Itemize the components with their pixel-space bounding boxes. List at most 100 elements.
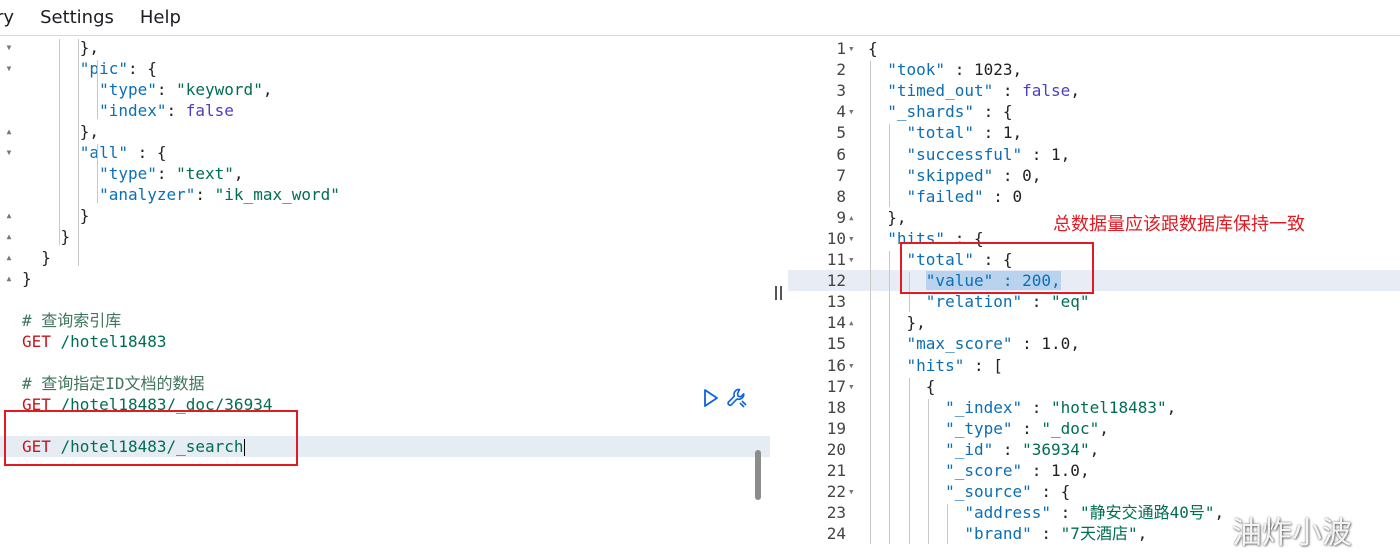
code-token: }, xyxy=(22,122,100,141)
request-code-line[interactable]: GET /hotel18483 xyxy=(0,331,770,352)
code-token: 1.0 xyxy=(1051,461,1080,480)
code-token: , xyxy=(1166,397,1177,417)
line-number: 13 xyxy=(826,292,846,312)
indent-guide xyxy=(889,124,891,207)
request-code-line[interactable]: "analyzer": "ik_max_word" xyxy=(0,184,770,205)
request-code-line[interactable]: ▾ "all" : { xyxy=(0,142,770,163)
request-code-line[interactable]: # 查询指定ID文档的数据 xyxy=(0,373,770,394)
code-token: : xyxy=(993,439,1023,459)
request-code-line[interactable]: ▴ } xyxy=(0,247,770,268)
code-token: : xyxy=(1022,397,1052,417)
code-token: "静安交通路40号" xyxy=(1079,503,1215,523)
code-token: /hotel18483 xyxy=(50,332,167,351)
request-code-line[interactable]: ▾ }, xyxy=(0,37,770,58)
response-code-line: 20 "_id" : "36934", xyxy=(788,439,1400,460)
fold-open-icon[interactable]: ▾ xyxy=(848,355,860,376)
code-token: : xyxy=(983,186,1013,206)
menu-item-history[interactable]: ry xyxy=(0,7,14,28)
fold-open-icon[interactable]: ▾ xyxy=(848,376,860,397)
code-token: "eq" xyxy=(1051,292,1090,312)
fold-close-icon[interactable]: ▴ xyxy=(2,205,16,226)
request-code-line[interactable]: ▾ "pic": { xyxy=(0,58,770,79)
fold-open-icon[interactable]: ▾ xyxy=(848,249,860,270)
code-token: "_score" xyxy=(945,461,1023,480)
indent-guide xyxy=(870,61,871,545)
fold-close-icon[interactable]: ▴ xyxy=(2,121,16,142)
request-code-line[interactable] xyxy=(0,289,770,310)
code-token: , xyxy=(1070,334,1080,354)
code-content: "total" : 1, xyxy=(868,122,1023,143)
line-number: 3 xyxy=(836,81,846,101)
code-token: , xyxy=(1070,81,1080,101)
fold-close-icon[interactable]: ▴ xyxy=(2,247,16,268)
indent-guide xyxy=(58,39,60,245)
fold-open-icon[interactable]: ▾ xyxy=(2,58,16,79)
response-code-line: 1 ▾ { xyxy=(788,38,1400,59)
request-code-line[interactable]: ▴} xyxy=(0,268,770,289)
code-token: "text" xyxy=(176,164,234,183)
code-content: # 查询索引库 xyxy=(22,310,121,331)
annotation-note: 总数据量应该跟数据库保持一致 xyxy=(1053,214,1305,235)
code-token: : xyxy=(156,80,177,99)
request-code-line[interactable]: "type": "text", xyxy=(0,163,770,184)
code-token: : { xyxy=(127,143,167,162)
line-number: 16 xyxy=(826,355,846,375)
code-token: } xyxy=(22,227,71,246)
line-number: 18 xyxy=(826,397,846,417)
line-number: 19 xyxy=(826,418,846,438)
run-request-button[interactable] xyxy=(702,387,720,409)
request-code-line[interactable]: "index": false xyxy=(0,100,770,121)
code-content: "took" : 1023, xyxy=(868,59,1022,80)
code-token: "hotel18483" xyxy=(1051,397,1167,417)
code-token: , xyxy=(262,80,273,99)
request-settings-button[interactable] xyxy=(725,386,749,410)
code-token: "skipped" xyxy=(906,165,994,185)
code-token: "failed" xyxy=(906,186,984,206)
code-content: } xyxy=(22,205,90,226)
code-token: "successful" xyxy=(906,144,1023,164)
fold-open-icon[interactable]: ▾ xyxy=(848,38,860,59)
fold-open-icon[interactable]: ▾ xyxy=(2,142,16,163)
fold-close-icon[interactable]: ▴ xyxy=(2,268,16,289)
request-code-line[interactable]: "type": "keyword", xyxy=(0,79,770,100)
response-code-line: 18 "_index" : "hotel18483", xyxy=(788,397,1400,418)
code-token: , xyxy=(1060,144,1071,164)
line-number: 10 xyxy=(826,228,846,248)
response-code-line: 21 "_score" : 1.0, xyxy=(788,460,1400,481)
code-content: }, xyxy=(868,312,926,333)
code-content: "analyzer": "ik_max_word" xyxy=(22,184,340,205)
code-content: "brand" : "7天酒店", xyxy=(868,523,1147,544)
split-resize-handle[interactable] xyxy=(772,286,784,300)
code-token: 1023 xyxy=(973,60,1013,80)
request-code-line[interactable]: ▴ } xyxy=(0,205,770,226)
response-code-line: 6 "successful" : 1, xyxy=(788,144,1400,165)
response-viewer[interactable]: 1 ▾{2 "took" : 1023, 3 "timed_out" : false… xyxy=(788,37,1400,555)
fold-open-icon[interactable]: ▾ xyxy=(2,37,16,58)
line-number: 12 xyxy=(826,271,846,291)
indent-guide xyxy=(97,144,99,203)
request-editor[interactable]: ▾ }, ▾ "pic": { "type": "keyword", "index… xyxy=(0,37,770,555)
fold-close-icon[interactable]: ▴ xyxy=(848,312,860,333)
response-code-line: 12 "value" : 200, xyxy=(788,270,1400,292)
fold-open-icon[interactable]: ▾ xyxy=(848,481,860,502)
fold-open-icon[interactable]: ▾ xyxy=(848,228,860,249)
editor-scrollbar[interactable] xyxy=(755,450,761,500)
line-number: 6 xyxy=(836,144,846,164)
menu-item-settings[interactable]: Settings xyxy=(40,7,114,28)
request-code-line[interactable]: # 查询索引库 xyxy=(0,310,770,331)
code-content: "type": "text", xyxy=(22,163,244,184)
line-number: 11 xyxy=(826,250,846,269)
fold-close-icon[interactable]: ▴ xyxy=(848,207,860,228)
request-code-line[interactable] xyxy=(0,352,770,373)
code-token: "brand" xyxy=(964,524,1032,544)
fold-open-icon[interactable]: ▾ xyxy=(848,101,860,122)
code-content: }, xyxy=(22,121,99,142)
fold-close-icon[interactable]: ▴ xyxy=(2,226,16,247)
request-code-line[interactable]: ▴ }, xyxy=(0,121,770,142)
menu-item-help[interactable]: Help xyxy=(140,7,181,28)
request-code-line[interactable]: ▴ } xyxy=(0,226,770,247)
code-token: "pic" xyxy=(79,59,128,78)
